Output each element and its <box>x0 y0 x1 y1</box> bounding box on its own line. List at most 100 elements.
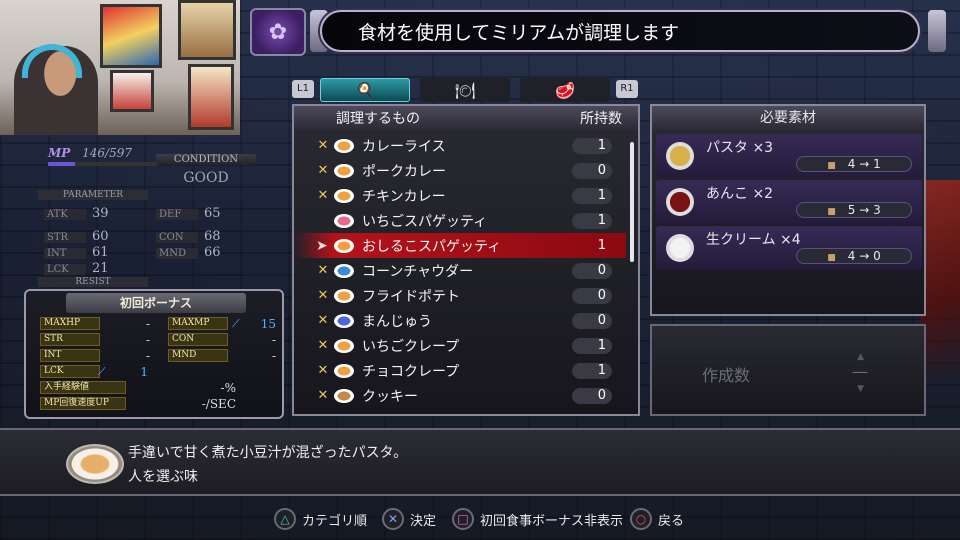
prompt-label: 初回食事ボーナス非表示 <box>480 513 624 529</box>
tab-ingredients[interactable]: 🥩 <box>520 78 610 102</box>
bonus-value: - <box>145 333 150 347</box>
stat-atk: ATK 39 <box>44 206 109 221</box>
tab-meals[interactable]: 🍽 <box>420 78 510 102</box>
recipe-row[interactable]: ✕ チョコクレープ 1 <box>294 358 626 383</box>
dish-icon <box>334 388 354 403</box>
dish-icon <box>334 163 354 178</box>
materials-panel: 必要素材 パスタ ×3 ■ 4 → 1 あんこ ×2 ■ 5 → 3 生クリーム ×… <box>650 104 926 316</box>
material-name: パスタ ×3 <box>706 140 774 156</box>
mp-value: 146/597 <box>82 146 132 160</box>
recipe-name: コーンチャウダー <box>362 263 474 280</box>
dish-icon <box>334 263 354 278</box>
prompt-confirm[interactable]: ✕ 決定 <box>382 508 436 530</box>
stat-def: DEF 65 <box>156 206 221 221</box>
recipe-list-panel: 調理するもの 所持数 ✕ カレーライス 1 ✕ ポークカレー 0 ✕ チキンカレー 1 いち… <box>292 104 640 416</box>
recipe-row[interactable]: ✕ カレーライス 1 <box>294 133 626 158</box>
square-icon: □ <box>452 508 474 530</box>
recipe-name: フライドポテト <box>362 288 460 305</box>
condition-value: GOOD <box>183 170 229 186</box>
bonus-value: - <box>145 349 150 363</box>
prompt-label: 決定 <box>410 513 437 529</box>
recipe-count: 1 <box>572 212 612 229</box>
stat-key: DEF <box>156 209 198 220</box>
utensils-icon: ✕ <box>317 363 329 378</box>
recipe-row[interactable]: いちごスパゲッティ 1 <box>294 208 626 233</box>
bonus-value: - <box>271 349 276 363</box>
material-name: あんこ ×2 <box>706 186 774 202</box>
material-change-value: 5 → 3 <box>847 203 881 217</box>
material-row: 生クリーム ×4 ■ 4 → 0 <box>656 226 922 270</box>
utensils-icon: ✕ <box>317 338 329 353</box>
recipe-count: 0 <box>572 162 612 179</box>
recipe-name: カレーライス <box>362 138 446 155</box>
description-line: 人を選ぶ味 <box>128 469 198 485</box>
material-row: パスタ ×3 ■ 4 → 1 <box>656 134 922 178</box>
stat-str: STR 60 <box>44 229 109 244</box>
stat-key: ATK <box>44 209 86 220</box>
tab-cooking[interactable]: 🍳 <box>320 78 410 102</box>
stat-key: LCK <box>44 264 86 275</box>
poster <box>188 64 234 130</box>
recipe-name: ポークカレー <box>362 163 446 180</box>
recipe-row[interactable]: ✕ ポークカレー 0 <box>294 158 626 183</box>
plate-icon: 🍽 <box>454 80 476 100</box>
stat-key: MND <box>156 248 198 259</box>
recipe-row[interactable]: ✕ クッキー 0 <box>294 383 626 408</box>
mp-bar-fill <box>48 162 75 166</box>
quantity-label: 作成数 <box>702 366 751 385</box>
material-change: ■ 4 → 0 <box>796 248 912 264</box>
poster <box>110 70 154 112</box>
bag-icon: ■ <box>827 161 836 171</box>
bonus-key: MP回復速度UP <box>40 397 126 410</box>
background-accent <box>920 180 960 380</box>
quantity-value[interactable]: — <box>852 362 868 381</box>
circle-icon: ○ <box>630 508 652 530</box>
recipe-count: 1 <box>572 137 612 154</box>
recipe-row[interactable]: ✕ まんじゅう 0 <box>294 308 626 333</box>
poster <box>178 0 236 60</box>
title-ornament <box>928 10 946 52</box>
prompt-sort[interactable]: △ カテゴリ順 <box>274 508 367 530</box>
utensils-icon: ✕ <box>317 188 329 203</box>
down-arrow-icon[interactable]: ▼ <box>857 384 864 394</box>
material-change: ■ 4 → 1 <box>796 156 912 172</box>
recipe-row[interactable]: ✕ コーンチャウダー 0 <box>294 258 626 283</box>
dish-icon <box>334 138 354 153</box>
stat-value: 66 <box>204 245 221 260</box>
stat-int: INT 61 <box>44 245 109 260</box>
stat-value: 60 <box>92 229 109 244</box>
stat-key: STR <box>44 232 86 243</box>
stat-key: CON <box>156 232 198 243</box>
list-scrollbar[interactable] <box>630 142 634 262</box>
stat-value: 65 <box>204 206 221 221</box>
l1-button[interactable]: L1 <box>292 80 314 98</box>
prompt-label: 戻る <box>658 513 685 529</box>
recipe-rows: ✕ カレーライス 1 ✕ ポークカレー 0 ✕ チキンカレー 1 いちごスパゲッティ 1 ➤ お… <box>294 133 626 408</box>
mp-bar <box>48 162 158 166</box>
recipe-row[interactable]: ✕ フライドポテト 0 <box>294 283 626 308</box>
r1-button[interactable]: R1 <box>616 80 638 98</box>
prompt-hide-bonus[interactable]: □ 初回食事ボーナス非表示 <box>452 508 623 530</box>
button-prompts: △ カテゴリ順 ✕ 決定 □ 初回食事ボーナス非表示 ○ 戻る <box>0 500 960 536</box>
material-change: ■ 5 → 3 <box>796 202 912 218</box>
dish-icon <box>334 213 354 228</box>
stat-mnd: MND 66 <box>156 245 221 260</box>
recipe-count: 1 <box>572 362 612 379</box>
dish-icon <box>334 363 354 378</box>
resist-label: RESIST <box>38 277 148 287</box>
bonus-key: 入手経験値 <box>40 381 126 394</box>
recipe-row-selected[interactable]: ➤ おしるこスパゲッティ 1 <box>294 233 626 258</box>
utensils-icon: ✕ <box>317 313 329 328</box>
prompt-back[interactable]: ○ 戻る <box>630 508 684 530</box>
pasta-icon <box>666 142 694 170</box>
prompt-label: カテゴリ順 <box>302 513 368 529</box>
up-arrow-icon[interactable]: ▲ <box>857 352 864 362</box>
bonus-title: 初回ボーナス <box>66 293 246 313</box>
recipe-row[interactable]: ✕ チキンカレー 1 <box>294 183 626 208</box>
recipe-row[interactable]: ✕ いちごクレープ 1 <box>294 333 626 358</box>
cross-icon: ✕ <box>382 508 404 530</box>
utensils-icon: ✕ <box>317 138 329 153</box>
recipe-name: まんじゅう <box>362 313 432 330</box>
bonus-value: 1 <box>140 365 148 379</box>
meat-icon: 🥩 <box>555 80 575 100</box>
